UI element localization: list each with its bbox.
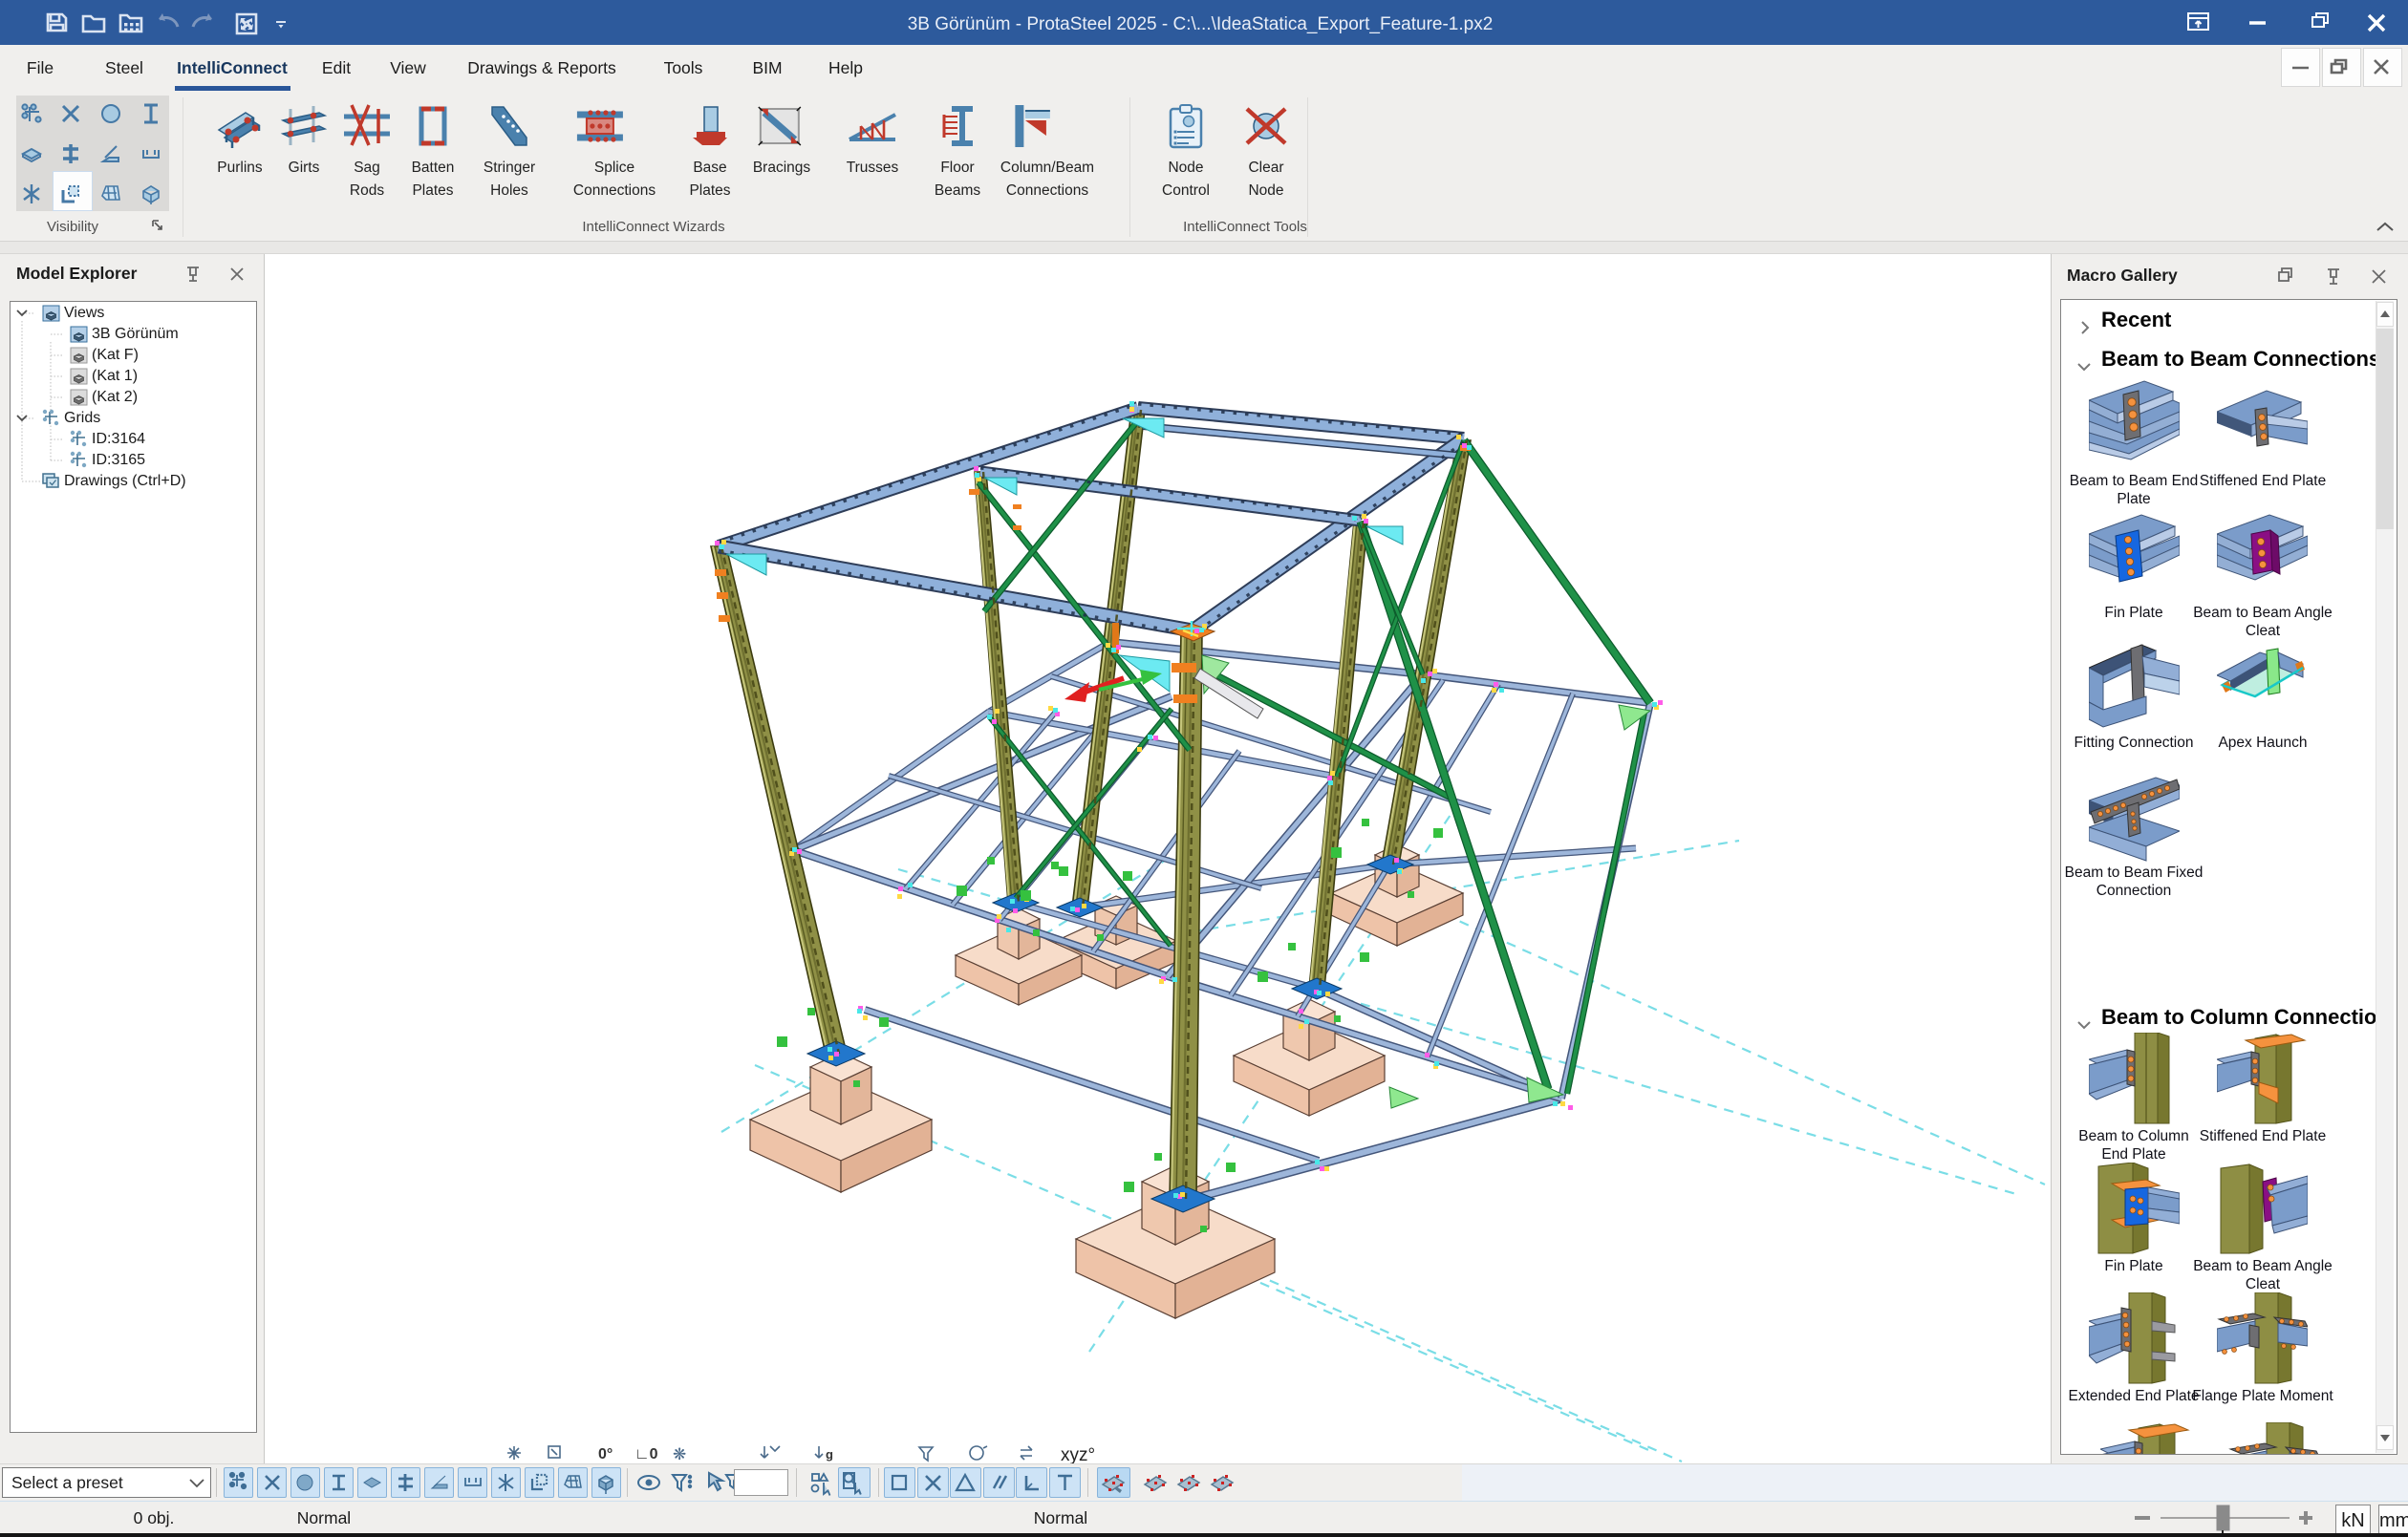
svg-text:3B Görünüm - ProtaSteel 2025 -: 3B Görünüm - ProtaSteel 2025 - C:\...\Id… xyxy=(908,14,1494,34)
svg-text:g: g xyxy=(826,1447,833,1462)
svg-text:❋: ❋ xyxy=(673,1445,686,1463)
svg-text:0°: 0° xyxy=(598,1446,613,1462)
svg-text:∟0: ∟0 xyxy=(634,1446,658,1462)
svg-text:xyz°: xyz° xyxy=(1061,1445,1095,1463)
